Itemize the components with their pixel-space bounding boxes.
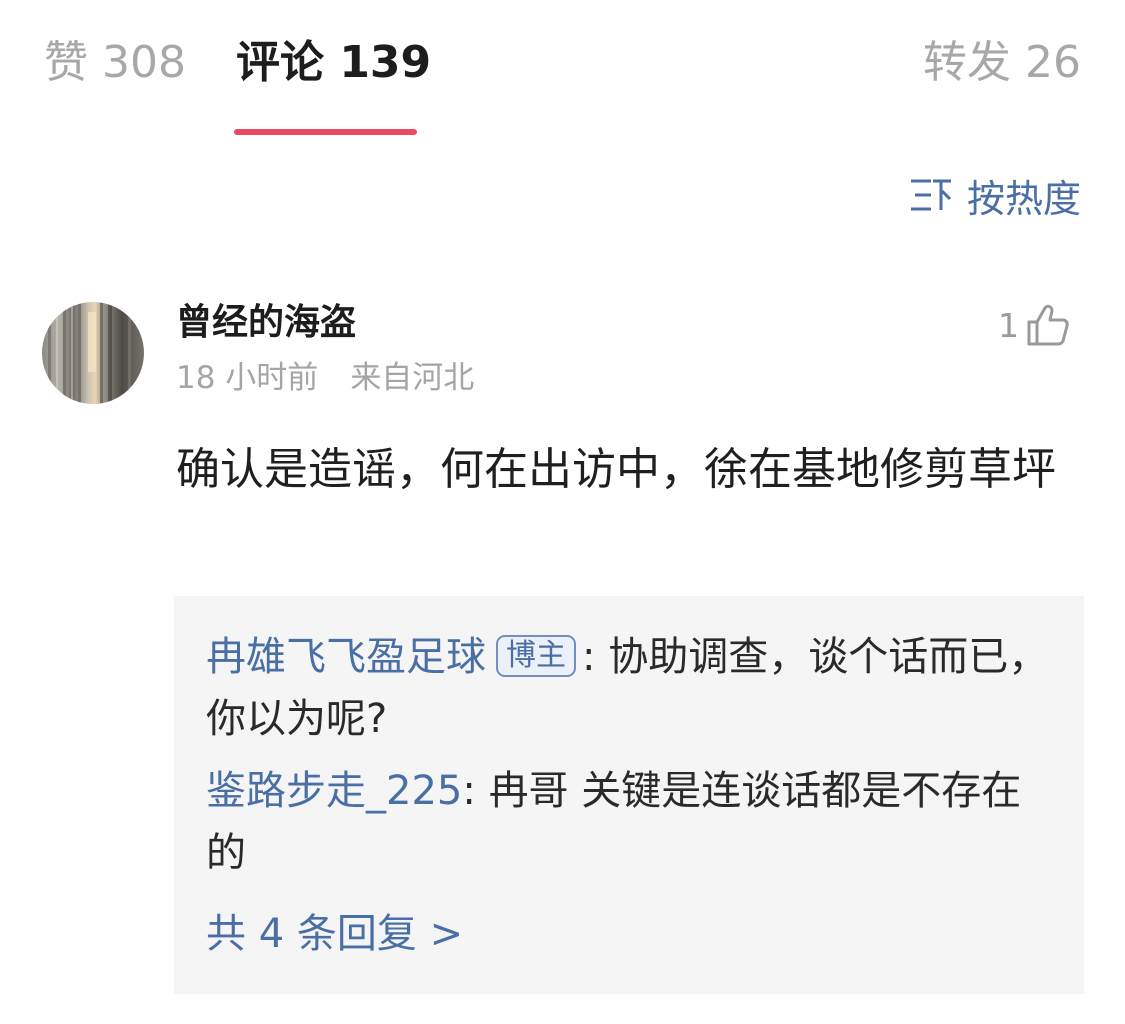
- comment-meta: 18 小时前 来自河北: [176, 358, 474, 398]
- sort-label: 按热度: [966, 176, 1081, 221]
- like-button[interactable]: 1: [998, 302, 1071, 348]
- tab-bar: 赞 308 评论 139 转发 26: [0, 0, 1125, 140]
- thumbs-up-icon: [1025, 302, 1071, 348]
- active-tab-indicator: [234, 129, 417, 135]
- reply-preview-box[interactable]: 冉雄飞飞盈足球 博主: 协助调查，谈个话而已，你以为呢? 鉴路步走_225: 冉哥…: [174, 596, 1084, 994]
- comment-location: 来自河北: [350, 360, 475, 396]
- tab-comments[interactable]: 评论 139: [236, 36, 431, 90]
- reply-item: 冉雄飞飞盈足球 博主: 协助调查，谈个话而已，你以为呢?: [206, 626, 1052, 750]
- avatar[interactable]: [42, 302, 144, 404]
- sort-by-popularity-button[interactable]: 按热度: [909, 170, 1081, 221]
- reply-separator: :: [462, 768, 489, 814]
- comment-time: 18 小时前: [176, 360, 319, 396]
- reply-author[interactable]: 鉴路步走_225: [206, 768, 462, 814]
- tab-reposts[interactable]: 转发 26: [923, 36, 1081, 90]
- reply-item: 鉴路步走_225: 冉哥 关键是连谈话都是不存在的: [206, 760, 1052, 884]
- author-badge: 博主: [496, 635, 576, 677]
- sort-icon: [909, 177, 953, 213]
- view-all-replies-link[interactable]: 共 4 条回复 >: [206, 906, 463, 962]
- reply-author[interactable]: 冉雄飞飞盈足球: [206, 634, 486, 680]
- tab-likes[interactable]: 赞 308: [44, 36, 186, 90]
- reply-separator: :: [582, 634, 609, 680]
- like-count: 1: [998, 305, 1019, 345]
- comment-username[interactable]: 曾经的海盗: [176, 300, 356, 346]
- comment-text: 确认是造谣，何在出访中，徐在基地修剪草坪: [176, 444, 1056, 495]
